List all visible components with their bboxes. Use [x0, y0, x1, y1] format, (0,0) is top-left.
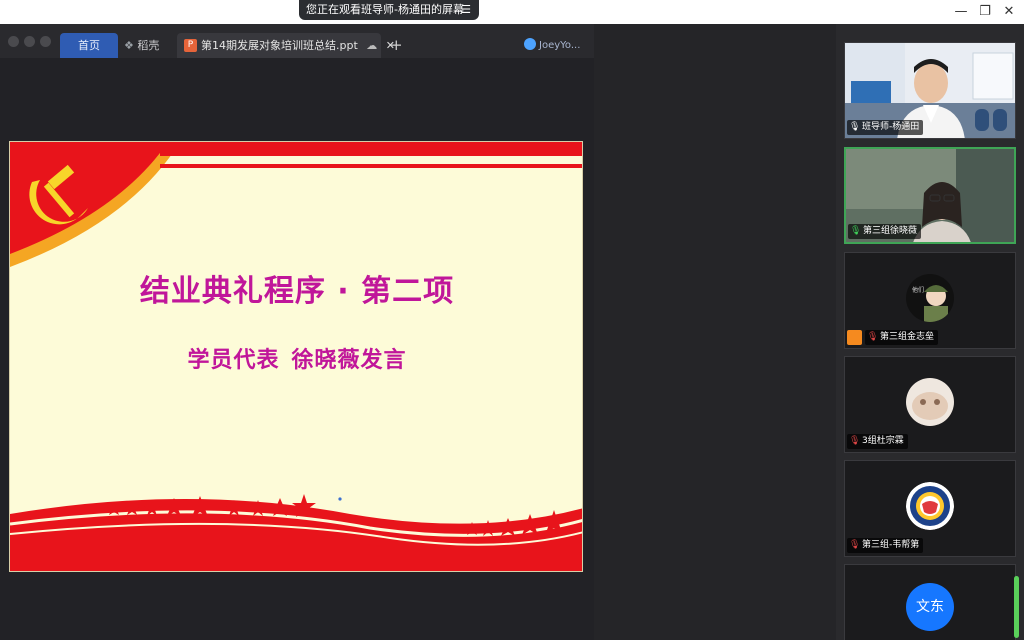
user-account[interactable]: JoeyYo... — [524, 33, 580, 58]
screen: 您正在观看班导师-杨通田的屏幕 ☰ — ❐ ✕ 首页 ❖ 稻壳 P 第14期发展… — [0, 0, 1024, 640]
tab-home[interactable]: 首页 — [60, 33, 118, 58]
meeting-background — [594, 24, 836, 640]
participant-panel: 🎙 班导师-杨通田 🎙 第三组徐晓薇 他们 🎙 第三组金志垒 🎙 3组杜宗霖 🎙… — [836, 24, 1024, 640]
slide-title: 结业典礼程序 · 第二项 — [139, 274, 455, 309]
window-dot-icon[interactable] — [24, 36, 35, 47]
microphone-active-icon: 🎙 — [850, 226, 862, 236]
tab-document-label: 第14期发展对象培训班总结.ppt — [201, 39, 358, 52]
window-dot-icon[interactable] — [8, 36, 19, 47]
close-icon[interactable]: ✕ — [999, 2, 1019, 22]
microphone-muted-icon: 🎙 — [867, 332, 879, 342]
participant-name-tag: 🎙 班导师-杨通田 — [847, 120, 924, 135]
microphone-icon: 🎙 — [849, 122, 861, 132]
user-name: JoeyYo... — [539, 40, 581, 51]
participant-avatar: 他们 — [906, 274, 954, 322]
slide-subtitle-action: 徐晓薇发言 — [291, 348, 407, 373]
participant-tile[interactable]: 🎙 第三组-韦帮第 — [844, 460, 1016, 557]
restore-icon[interactable]: ❐ — [975, 2, 995, 22]
cloud-icon: ☁ — [366, 39, 378, 52]
participant-name-tag: 🎙 第三组徐晓薇 — [848, 224, 922, 239]
participant-tile[interactable]: 🎙 班导师-杨通田 — [844, 42, 1016, 139]
participant-avatar-text: 文东 — [906, 583, 954, 631]
ppt-file-icon: P — [184, 39, 197, 52]
slide-subtitle-role: 学员代表 — [187, 348, 280, 373]
menu-icon[interactable]: ☰ — [461, 0, 471, 20]
participant-name-tag: 🎙 第三组-韦帮第 — [847, 538, 924, 553]
participant-name: 第三组徐晓薇 — [863, 226, 918, 236]
tab-wps-label: 稻壳 — [137, 39, 160, 52]
tab-document[interactable]: P 第14期发展对象培训班总结.ppt ☁ ✕ — [177, 33, 395, 58]
participant-name-tag: 🎙 第三组金志垒 — [865, 330, 939, 345]
window-dot-icon[interactable] — [40, 36, 51, 47]
host-badge-icon — [847, 330, 862, 345]
microphone-muted-icon: 🎙 — [849, 436, 861, 446]
tab-wps[interactable]: ❖ 稻壳 — [124, 33, 159, 58]
presentation-slide: 结业典礼程序 · 第二项 学员代表 徐晓薇发言 — [9, 141, 583, 572]
participant-name: 第三组金志垒 — [880, 332, 935, 342]
window-title-bar: 您正在观看班导师-杨通田的屏幕 ☰ — ❐ ✕ — [0, 0, 1024, 24]
participant-avatar — [906, 482, 954, 530]
minimize-icon[interactable]: — — [951, 2, 971, 22]
participant-tile[interactable]: 他们 🎙 第三组金志垒 — [844, 252, 1016, 349]
wps-icon: ❖ — [124, 39, 138, 52]
app-tab-bar: 首页 ❖ 稻壳 P 第14期发展对象培训班总结.ppt ☁ ✕ + JoeyYo… — [0, 24, 594, 58]
participant-name-tag: 🎙 3组杜宗霖 — [847, 434, 908, 449]
participant-avatar — [906, 378, 954, 426]
user-avatar-icon — [524, 38, 536, 50]
microphone-muted-icon: 🎙 — [849, 540, 861, 550]
participant-name: 3组杜宗霖 — [862, 436, 904, 446]
screen-share-banner[interactable]: 您正在观看班导师-杨通田的屏幕 ☰ — [299, 0, 479, 20]
shared-screen: 首页 ❖ 稻壳 P 第14期发展对象培训班总结.ppt ☁ ✕ + JoeyYo… — [0, 24, 594, 640]
participant-tile-active-speaker[interactable]: 🎙 第三组徐晓薇 — [844, 147, 1016, 244]
participant-name: 第三组-韦帮第 — [862, 540, 920, 550]
new-tab-button[interactable]: + — [390, 33, 403, 58]
participant-tile[interactable]: 文东 — [844, 564, 1016, 640]
participant-tile[interactable]: 🎙 3组杜宗霖 — [844, 356, 1016, 453]
share-banner-text: 您正在观看班导师-杨通田的屏幕 — [306, 3, 464, 16]
svg-text:他们: 他们 — [912, 286, 924, 294]
participant-name: 班导师-杨通田 — [862, 122, 920, 132]
slide-subtitle: 学员代表 徐晓薇发言 — [10, 342, 582, 374]
participant-scrollbar[interactable] — [1014, 576, 1019, 638]
